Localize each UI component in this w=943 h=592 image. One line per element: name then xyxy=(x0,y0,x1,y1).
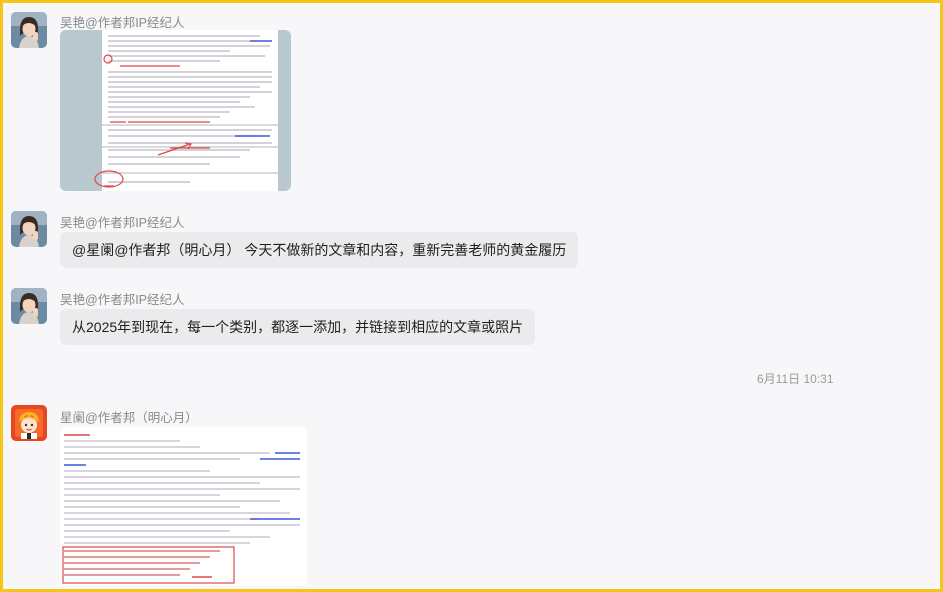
chat-window: 吴艳@作者邦IP经纪人 吴艳@作者邦IP经纪人 @星阑@作者邦（明心月） 今天不… xyxy=(0,0,943,592)
document-screenshot-icon xyxy=(60,427,307,586)
avatar-xing-lan[interactable] xyxy=(11,405,47,441)
woman-avatar-icon xyxy=(11,211,47,247)
sender-name: 星阑@作者邦（明心月） xyxy=(60,411,198,425)
avatar-wu-yan[interactable] xyxy=(11,288,47,324)
document-screenshot-icon xyxy=(60,30,291,191)
sender-name: 吴艳@作者邦IP经纪人 xyxy=(60,16,185,30)
sender-name: 吴艳@作者邦IP经纪人 xyxy=(60,216,185,230)
timestamp: 6月11日 10:31 xyxy=(757,372,834,386)
avatar-wu-yan[interactable] xyxy=(11,211,47,247)
woman-avatar-icon xyxy=(11,288,47,324)
woman-avatar-icon xyxy=(11,12,47,48)
cartoon-avatar-icon xyxy=(11,405,47,441)
text-message[interactable]: @星阑@作者邦（明心月） 今天不做新的文章和内容，重新完善老师的黄金履历 xyxy=(60,232,579,268)
image-message[interactable] xyxy=(60,427,307,586)
sender-name: 吴艳@作者邦IP经纪人 xyxy=(60,293,185,307)
image-message[interactable] xyxy=(60,30,291,191)
text-message[interactable]: 从2025年到现在，每一个类别，都逐一添加，并链接到相应的文章或照片 xyxy=(60,309,536,345)
avatar-wu-yan[interactable] xyxy=(11,12,47,48)
